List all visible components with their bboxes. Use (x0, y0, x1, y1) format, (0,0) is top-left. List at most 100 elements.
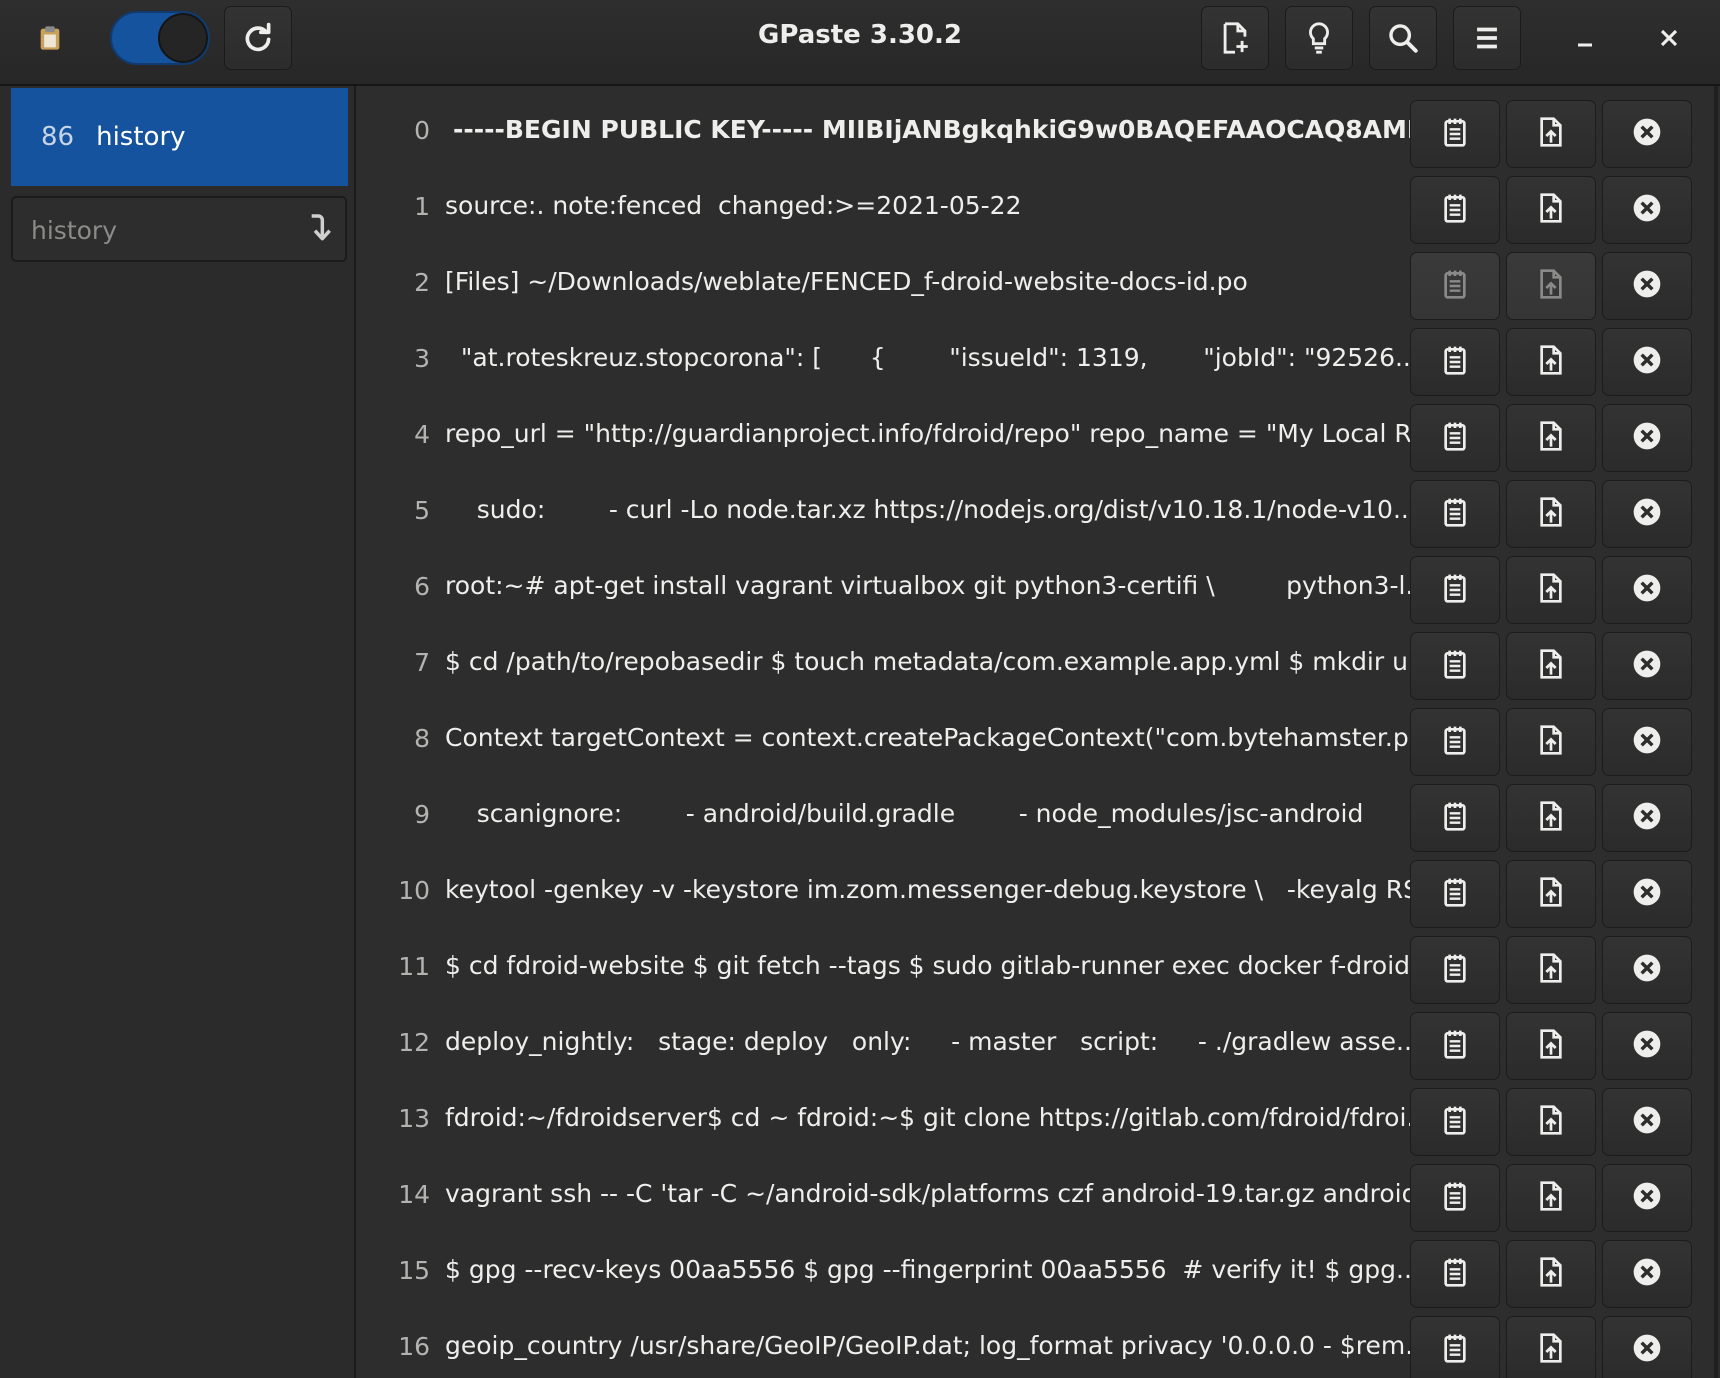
item-text[interactable]: $ gpg --recv-keys 00aa5556 $ gpg --finge… (445, 1255, 1485, 1284)
clipboard-item-row[interactable]: 7 $ cd /path/to/repobasedir $ touch metad… (356, 628, 1720, 704)
item-text[interactable]: geoip_country /usr/share/GeoIP/GeoIP.dat… (445, 1331, 1485, 1360)
delete-item-button[interactable] (1602, 176, 1692, 244)
enter-arrow-icon[interactable] (301, 212, 333, 244)
edit-item-button[interactable] (1410, 480, 1500, 548)
upload-item-button[interactable] (1506, 1088, 1596, 1156)
daemon-switch[interactable] (110, 11, 210, 65)
new-item-button[interactable] (1201, 6, 1269, 70)
upload-item-button[interactable] (1506, 1012, 1596, 1080)
item-text[interactable]: "at.roteskreuz.stopcorona": [ { "issueId… (445, 343, 1485, 372)
delete-item-button[interactable] (1602, 784, 1692, 852)
upload-item-button[interactable] (1506, 328, 1596, 396)
edit-item-button[interactable] (1410, 936, 1500, 1004)
clipboard-item-row[interactable]: 14 vagrant ssh -- -C 'tar -C ~/android-sd… (356, 1160, 1720, 1236)
clipboard-icon[interactable] (18, 10, 82, 66)
delete-item-button[interactable] (1602, 1088, 1692, 1156)
item-text[interactable]: keytool -genkey -v -keystore im.zom.mess… (445, 875, 1485, 904)
edit-item-button[interactable] (1410, 1316, 1500, 1378)
upload-item-button[interactable] (1506, 784, 1596, 852)
edit-item-button[interactable] (1410, 1088, 1500, 1156)
item-text[interactable]: [Files] ~/Downloads/weblate/FENCED_f-dro… (445, 267, 1485, 296)
item-text[interactable]: deploy_nightly: stage: deploy only: - ma… (445, 1027, 1485, 1056)
clipboard-item-row[interactable]: 3 "at.roteskreuz.stopcorona": [ { "issue… (356, 324, 1720, 400)
clipboard-item-row[interactable]: 15 $ gpg --recv-keys 00aa5556 $ gpg --fin… (356, 1236, 1720, 1312)
edit-item-button[interactable] (1410, 1240, 1500, 1308)
clipboard-item-row[interactable]: 13 fdroid:~/fdroidserver$ cd ~ fdroid:~$ … (356, 1084, 1720, 1160)
edit-item-button[interactable] (1410, 860, 1500, 928)
upload-item-button[interactable] (1506, 708, 1596, 776)
edit-item-button[interactable] (1410, 708, 1500, 776)
item-text[interactable]: root:~# apt-get install vagrant virtualb… (445, 571, 1485, 600)
about-button[interactable] (1285, 6, 1353, 70)
upload-item-button[interactable] (1506, 404, 1596, 472)
upload-item-button[interactable] (1506, 176, 1596, 244)
delete-item-button[interactable] (1602, 1316, 1692, 1378)
delete-item-button[interactable] (1602, 404, 1692, 472)
clipboard-item-row[interactable]: 11 $ cd fdroid-website $ git fetch --tags… (356, 932, 1720, 1008)
clipboard-item-row[interactable]: 10 keytool -genkey -v -keystore im.zom.me… (356, 856, 1720, 932)
delete-item-button[interactable] (1602, 328, 1692, 396)
new-history-entry[interactable] (11, 196, 347, 262)
upload-item-button[interactable] (1506, 252, 1596, 320)
edit-item-button[interactable] (1410, 784, 1500, 852)
edit-item-button[interactable] (1410, 176, 1500, 244)
upload-item-button[interactable] (1506, 100, 1596, 168)
delete-item-button[interactable] (1602, 556, 1692, 624)
item-text[interactable]: -----BEGIN PUBLIC KEY----- MIIBIjANBgkqh… (453, 115, 1485, 144)
edit-item-button[interactable] (1410, 1164, 1500, 1232)
clipboard-item-row[interactable]: 8 Context targetContext = context.createP… (356, 704, 1720, 780)
menu-button[interactable] (1453, 6, 1521, 70)
edit-item-button[interactable] (1410, 556, 1500, 624)
upload-item-button[interactable] (1506, 936, 1596, 1004)
history-name-input[interactable] (13, 198, 303, 262)
clipboard-item-row[interactable]: 12 deploy_nightly: stage: deploy only: - … (356, 1008, 1720, 1084)
clipboard-item-row[interactable]: 2 [Files] ~/Downloads/weblate/FENCED_f-dr… (356, 248, 1720, 324)
clipboard-item-row[interactable]: 5 sudo: - curl -Lo node.tar.xz https://n… (356, 476, 1720, 552)
item-text[interactable]: source:. note:fenced changed:>=2021-05-2… (445, 191, 1485, 220)
upload-item-button[interactable] (1506, 480, 1596, 548)
item-text[interactable]: vagrant ssh -- -C 'tar -C ~/android-sdk/… (445, 1179, 1485, 1208)
upload-item-button[interactable] (1506, 632, 1596, 700)
item-text[interactable]: repo_url = "http://guardianproject.info/… (445, 419, 1485, 448)
edit-item-button[interactable] (1410, 252, 1500, 320)
scrollbar[interactable] (1714, 86, 1718, 1378)
clipboard-item-row[interactable]: 0 -----BEGIN PUBLIC KEY----- MIIBIjANBgkq… (356, 96, 1720, 172)
delete-item-button[interactable] (1602, 252, 1692, 320)
delete-item-button[interactable] (1602, 1240, 1692, 1308)
minimize-button[interactable] (1553, 10, 1617, 66)
close-button[interactable] (1637, 10, 1701, 66)
delete-item-button[interactable] (1602, 1012, 1692, 1080)
clipboard-item-row[interactable]: 9 scanignore: - android/build.gradle - n… (356, 780, 1720, 856)
upload-item-button[interactable] (1506, 860, 1596, 928)
upload-item-button[interactable] (1506, 1240, 1596, 1308)
item-text[interactable]: scanignore: - android/build.gradle - nod… (445, 799, 1485, 828)
edit-item-button[interactable] (1410, 100, 1500, 168)
edit-item-button[interactable] (1410, 404, 1500, 472)
history-list-item[interactable]: 86 history (11, 88, 348, 186)
clipboard-item-row[interactable]: 16 geoip_country /usr/share/GeoIP/GeoIP.d… (356, 1312, 1720, 1378)
clipboard-item-row[interactable]: 1 source:. note:fenced changed:>=2021-05-… (356, 172, 1720, 248)
edit-item-button[interactable] (1410, 328, 1500, 396)
item-text[interactable]: $ cd fdroid-website $ git fetch --tags $… (445, 951, 1485, 980)
edit-note-icon (1439, 1256, 1471, 1292)
item-text[interactable]: Context targetContext = context.createPa… (445, 723, 1485, 752)
delete-item-button[interactable] (1602, 708, 1692, 776)
clipboard-item-row[interactable]: 6 root:~# apt-get install vagrant virtual… (356, 552, 1720, 628)
delete-item-button[interactable] (1602, 632, 1692, 700)
search-button[interactable] (1369, 6, 1437, 70)
delete-item-button[interactable] (1602, 480, 1692, 548)
item-text[interactable]: sudo: - curl -Lo node.tar.xz https://nod… (445, 495, 1485, 524)
refresh-button[interactable] (224, 6, 292, 70)
upload-item-button[interactable] (1506, 556, 1596, 624)
item-text[interactable]: $ cd /path/to/repobasedir $ touch metada… (445, 647, 1485, 676)
upload-item-button[interactable] (1506, 1164, 1596, 1232)
delete-item-button[interactable] (1602, 860, 1692, 928)
delete-item-button[interactable] (1602, 1164, 1692, 1232)
upload-item-button[interactable] (1506, 1316, 1596, 1378)
edit-item-button[interactable] (1410, 632, 1500, 700)
clipboard-item-row[interactable]: 4 repo_url = "http://guardianproject.info… (356, 400, 1720, 476)
delete-item-button[interactable] (1602, 100, 1692, 168)
delete-item-button[interactable] (1602, 936, 1692, 1004)
item-text[interactable]: fdroid:~/fdroidserver$ cd ~ fdroid:~$ gi… (445, 1103, 1485, 1132)
edit-item-button[interactable] (1410, 1012, 1500, 1080)
